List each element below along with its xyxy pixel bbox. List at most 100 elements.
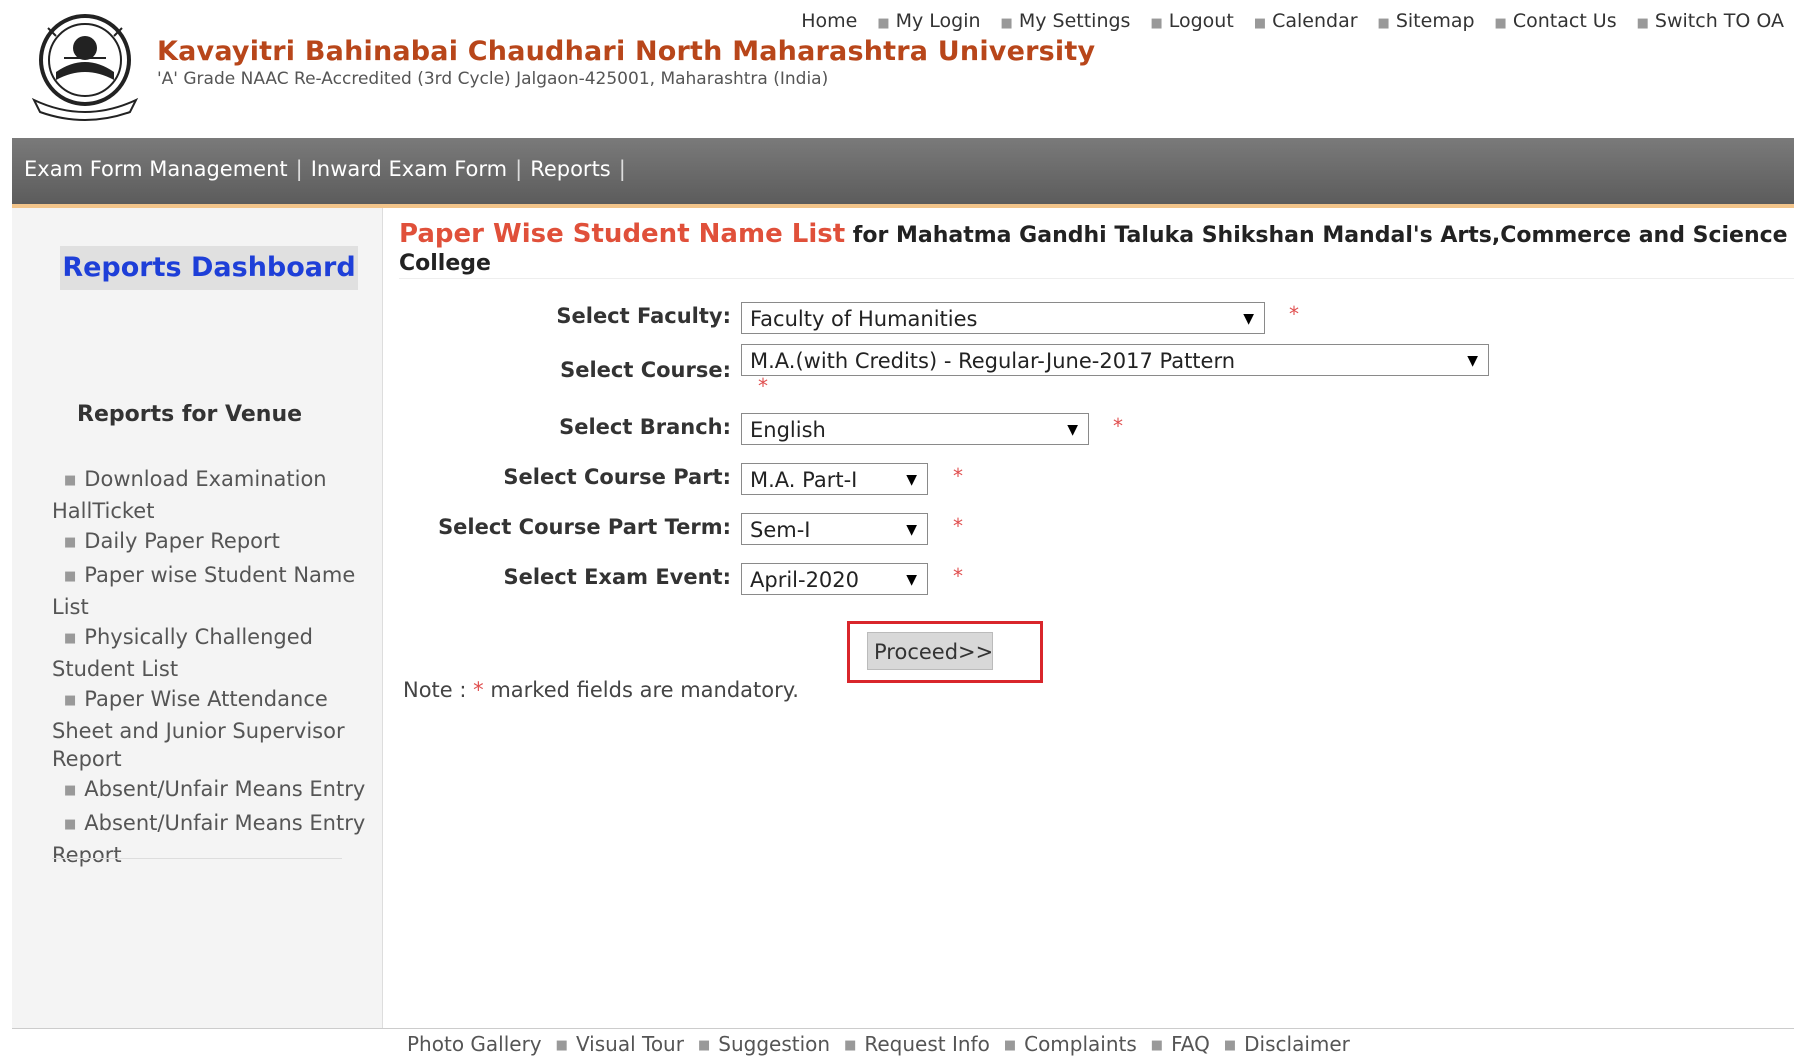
exam-event-label: Select Exam Event:: [503, 565, 731, 589]
bullet-icon: ■: [1150, 16, 1163, 31]
bullet-icon: ■: [697, 1038, 711, 1053]
course-part-selected-value: M.A. Part-I: [750, 468, 858, 492]
term-selected-value: Sem-I: [750, 518, 811, 542]
branch-select[interactable]: English ▼: [741, 413, 1089, 445]
sidebar-section-title: Reports for Venue: [77, 402, 303, 427]
sidebar-link[interactable]: Physically Challenged Student List: [52, 625, 313, 681]
dropdown-arrow-icon: ▼: [1243, 311, 1254, 327]
top-link-calendar[interactable]: ■ Calendar: [1244, 10, 1368, 32]
exam-event-select[interactable]: April-2020 ▼: [741, 563, 928, 595]
bullet-icon: ■: [1377, 16, 1390, 31]
course-part-select[interactable]: M.A. Part-I ▼: [741, 463, 928, 495]
top-link-my-login[interactable]: ■ My Login: [867, 10, 990, 32]
sidebar-item-daily-paper-report: ■ Daily Paper Report: [52, 527, 382, 559]
footer-link-photo-gallery[interactable]: Photo Gallery: [407, 1032, 542, 1056]
dropdown-arrow-icon: ▼: [906, 522, 917, 538]
top-link-home[interactable]: Home: [791, 10, 867, 32]
reports-dashboard-link[interactable]: Reports Dashboard: [60, 246, 358, 290]
nav-separator: |: [618, 157, 626, 181]
university-logo: [31, 14, 139, 121]
branch-label: Select Branch:: [559, 415, 731, 439]
top-link-switch-to-oa[interactable]: ■ Switch TO OA: [1627, 10, 1794, 32]
bullet-icon: ■: [64, 569, 77, 584]
sidebar-link[interactable]: Download Examination HallTicket: [52, 467, 327, 523]
main-content: Paper Wise Student Name List for Mahatma…: [383, 208, 1794, 1028]
course-select[interactable]: M.A.(with Credits) - Regular-June-2017 P…: [741, 344, 1489, 376]
university-subtitle: 'A' Grade NAAC Re-Accredited (3rd Cycle)…: [157, 69, 829, 89]
bullet-icon: ■: [64, 693, 77, 708]
university-name: Kavayitri Bahinabai Chaudhari North Maha…: [157, 36, 1096, 67]
nav-inward-exam-form[interactable]: Inward Exam Form: [311, 157, 507, 181]
bullet-icon: ■: [1636, 16, 1649, 31]
required-marker: *: [758, 374, 768, 398]
note-required-marker: *: [473, 678, 484, 702]
bullet-icon: ■: [1253, 16, 1267, 31]
footer-link-complaints[interactable]: Complaints: [1024, 1032, 1137, 1056]
required-marker: *: [953, 464, 963, 488]
site-header: Kavayitri Bahinabai Chaudhari North Maha…: [12, 0, 1794, 138]
footer-link-request-info[interactable]: Request Info: [864, 1032, 989, 1056]
sidebar-item-paper-wise-student-list: ■ Paper wise Student Name List: [52, 561, 382, 621]
course-part-term-label: Select Course Part Term:: [438, 515, 731, 539]
sidebar-divider: [52, 858, 342, 859]
dropdown-arrow-icon: ▼: [906, 572, 917, 588]
bullet-icon: ■: [1003, 1038, 1017, 1053]
top-link-contact-us[interactable]: ■ Contact Us: [1485, 10, 1627, 32]
top-link-sitemap[interactable]: ■ Sitemap: [1368, 10, 1485, 32]
dropdown-arrow-icon: ▼: [1067, 422, 1078, 438]
top-link-my-settings[interactable]: ■ My Settings: [991, 10, 1141, 32]
nav-reports[interactable]: Reports: [530, 157, 611, 181]
faculty-label: Select Faculty:: [556, 304, 731, 328]
bullet-icon: ■: [64, 817, 77, 832]
mandatory-note: Note : * marked fields are mandatory.: [403, 678, 799, 702]
proceed-button[interactable]: Proceed>>: [867, 632, 993, 670]
required-marker: *: [953, 514, 963, 538]
footer-link-visual-tour[interactable]: Visual Tour: [576, 1032, 684, 1056]
bullet-icon: ■: [64, 783, 77, 798]
faculty-select[interactable]: Faculty of Humanities ▼: [741, 302, 1265, 334]
bullet-icon: ■: [877, 16, 890, 31]
bullet-icon: ■: [844, 1038, 857, 1053]
bullet-icon: ■: [1223, 1038, 1237, 1053]
page-title: Paper Wise Student Name List for Mahatma…: [399, 220, 1789, 278]
note-prefix: Note :: [403, 678, 467, 702]
bullet-icon: ■: [1150, 1038, 1164, 1053]
sidebar-item-absent-entry: ■ Absent/Unfair Means Entry: [52, 775, 382, 807]
bullet-icon: ■: [64, 535, 77, 550]
sidebar-item-physically-challenged: ■ Physically Challenged Student List: [52, 623, 382, 683]
course-part-term-select[interactable]: Sem-I ▼: [741, 513, 928, 545]
dropdown-arrow-icon: ▼: [906, 472, 917, 488]
bullet-icon: ■: [1494, 16, 1507, 31]
course-selected-value: M.A.(with Credits) - Regular-June-2017 P…: [750, 349, 1236, 373]
main-navbar: Exam Form Management | Inward Exam Form | Re…: [12, 138, 1794, 208]
footer-link-faq[interactable]: FAQ: [1171, 1032, 1210, 1056]
sidebar-link[interactable]: Daily Paper Report: [84, 529, 280, 553]
sidebar-link[interactable]: Paper Wise Attendance Sheet and Junior S…: [52, 687, 345, 771]
bullet-icon: ■: [1000, 16, 1013, 31]
bullet-icon: ■: [64, 631, 77, 646]
bullet-icon: ■: [555, 1038, 568, 1053]
branch-selected-value: English: [750, 418, 826, 442]
dropdown-arrow-icon: ▼: [1467, 353, 1478, 369]
top-links: Home ■ My Login ■ My Settings ■ Logout ■ Cal…: [791, 10, 1794, 32]
course-label: Select Course:: [560, 358, 731, 382]
title-divider: [399, 278, 1794, 279]
required-marker: *: [953, 564, 963, 588]
sidebar-item-download-hallticket: ■ Download Examination HallTicket: [52, 465, 382, 525]
sidebar-link[interactable]: Paper wise Student Name List: [52, 563, 355, 619]
page-title-main: Paper Wise Student Name List: [399, 219, 846, 249]
exam-event-selected-value: April-2020: [750, 568, 860, 592]
footer-link-suggestion[interactable]: Suggestion: [718, 1032, 830, 1056]
nav-separator: |: [515, 157, 523, 181]
faculty-selected-value: Faculty of Humanities: [750, 307, 978, 331]
footer-link-disclaimer[interactable]: Disclaimer: [1244, 1032, 1350, 1056]
sidebar: Reports Dashboard Reports for Venue ■ Dow…: [12, 208, 383, 1028]
site-footer: Photo Gallery ■ Visual Tour ■ Suggestion ■ Req…: [12, 1028, 1794, 1056]
sidebar-link[interactable]: Absent/Unfair Means Entry: [84, 777, 365, 801]
top-link-logout[interactable]: ■ Logout: [1140, 10, 1243, 32]
nav-exam-form-management[interactable]: Exam Form Management: [24, 157, 288, 181]
sidebar-item-absent-entry-report: ■ Absent/Unfair Means Entry Report: [52, 809, 382, 869]
note-text: marked fields are mandatory.: [490, 678, 799, 702]
sidebar-report-list: ■ Download Examination HallTicket ■ Daily …: [52, 465, 382, 871]
bullet-icon: ■: [64, 473, 77, 488]
